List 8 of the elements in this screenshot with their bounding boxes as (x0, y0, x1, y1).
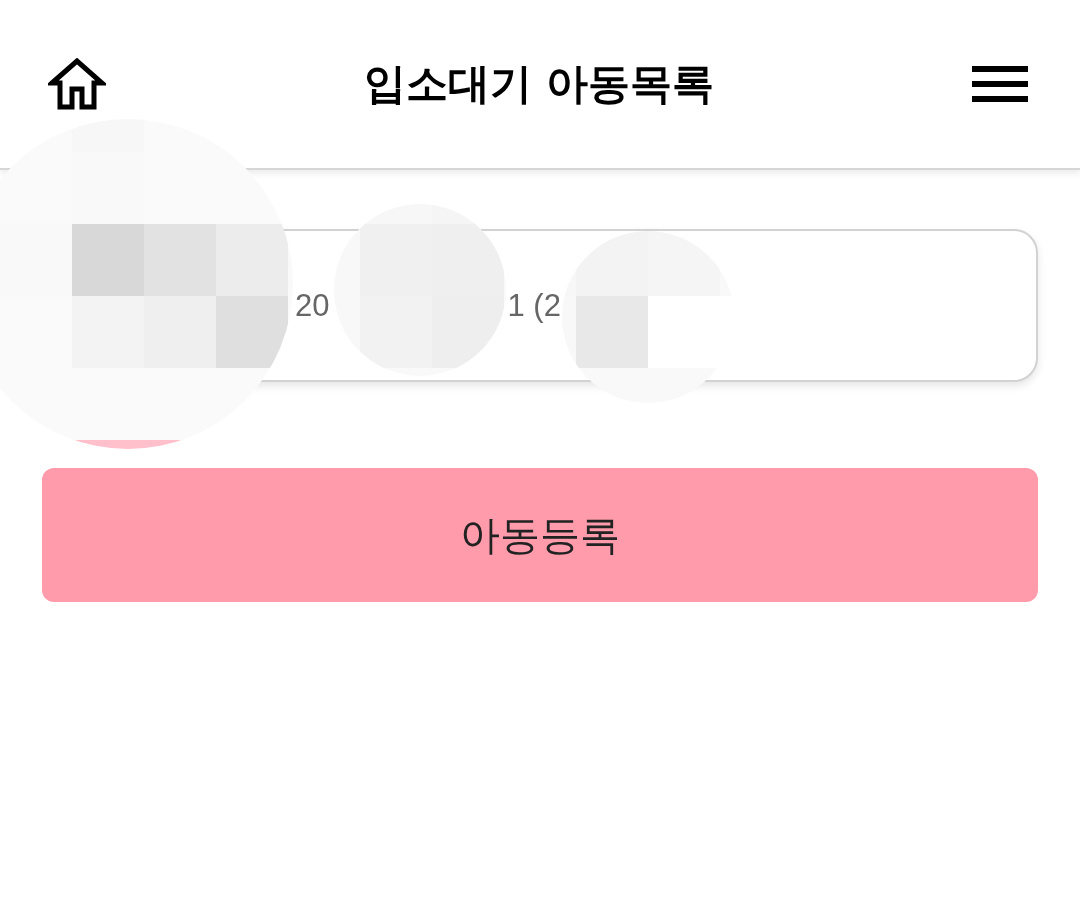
page-title: 입소대기 아동목록 (363, 58, 715, 110)
home-icon (48, 58, 106, 110)
menu-icon (972, 66, 1028, 102)
card-text: 1 (2 (507, 287, 561, 324)
home-button[interactable] (48, 58, 106, 110)
card-text: 20 (295, 287, 330, 324)
menu-button[interactable] (972, 66, 1028, 102)
register-button[interactable]: 아동등록 (42, 468, 1038, 602)
